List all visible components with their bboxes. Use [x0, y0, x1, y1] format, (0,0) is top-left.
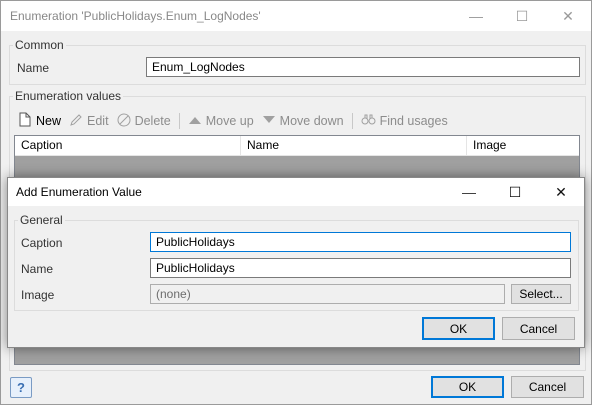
arrow-down-icon: [262, 114, 276, 128]
dialog-maximize-button[interactable]: ☐: [492, 178, 538, 206]
help-icon: ?: [17, 380, 25, 395]
dialog-name-input[interactable]: PublicHolidays: [150, 258, 571, 278]
add-enumeration-value-dialog: Add Enumeration Value — ☐ ✕ General Capt…: [7, 177, 585, 348]
window-titlebar: Enumeration 'PublicHolidays.Enum_LogNode…: [1, 1, 591, 31]
maximize-icon: ☐: [515, 7, 529, 24]
close-button[interactable]: ✕: [545, 1, 591, 31]
cancel-button[interactable]: Cancel: [511, 376, 584, 398]
dialog-name-label: Name: [21, 262, 54, 276]
move-up-label: Move up: [205, 114, 254, 128]
find-usages-button[interactable]: Find usages: [361, 113, 448, 129]
values-toolbar: New Edit Delete Move up Move down Find u…: [18, 112, 448, 130]
new-document-icon: [18, 112, 32, 130]
name-label: Name: [17, 61, 50, 75]
toolbar-separator: [351, 113, 353, 129]
delete-button[interactable]: Delete: [117, 113, 171, 130]
delete-label: Delete: [134, 114, 171, 128]
dialog-titlebar: Add Enumeration Value — ☐ ✕: [8, 178, 584, 206]
move-down-button[interactable]: Move down: [262, 114, 344, 128]
window-title: Enumeration 'PublicHolidays.Enum_LogNode…: [10, 9, 261, 23]
delete-icon: [117, 113, 131, 130]
image-label: Image: [21, 288, 55, 302]
new-button[interactable]: New: [18, 112, 61, 130]
close-icon: ✕: [562, 7, 574, 24]
minimize-button[interactable]: —: [453, 1, 499, 31]
column-header-caption[interactable]: Caption: [15, 136, 241, 155]
image-field: (none): [150, 284, 505, 304]
move-up-button[interactable]: Move up: [188, 114, 254, 128]
binoculars-icon: [361, 113, 376, 129]
move-down-label: Move down: [279, 114, 344, 128]
name-input[interactable]: Enum_LogNodes: [146, 57, 580, 77]
caption-label: Caption: [21, 236, 63, 250]
enumeration-values-legend: Enumeration values: [15, 89, 122, 103]
pencil-icon: [69, 113, 83, 130]
arrow-up-icon: [188, 114, 202, 128]
new-label: New: [36, 114, 62, 128]
column-header-image[interactable]: Image: [467, 136, 577, 155]
close-icon: ✕: [555, 183, 567, 200]
caption-input[interactable]: PublicHolidays: [150, 232, 571, 252]
dialog-close-button[interactable]: ✕: [538, 178, 584, 206]
select-image-button[interactable]: Select...: [511, 284, 571, 304]
minimize-icon: —: [462, 184, 476, 200]
minimize-icon: —: [469, 8, 483, 24]
find-usages-label: Find usages: [379, 114, 448, 128]
common-legend: Common: [15, 38, 64, 52]
ok-button[interactable]: OK: [431, 376, 504, 398]
help-button[interactable]: ?: [10, 377, 32, 398]
edit-label: Edit: [87, 114, 109, 128]
maximize-icon: ☐: [508, 183, 522, 200]
dialog-minimize-button[interactable]: —: [446, 178, 492, 206]
toolbar-separator: [178, 113, 180, 129]
dialog-title: Add Enumeration Value: [16, 185, 142, 199]
dialog-cancel-button[interactable]: Cancel: [502, 317, 575, 340]
edit-button[interactable]: Edit: [69, 113, 109, 130]
general-legend: General: [20, 213, 63, 227]
dialog-ok-button[interactable]: OK: [422, 317, 495, 340]
grid-header: Caption Name Image: [15, 136, 579, 156]
maximize-button[interactable]: ☐: [499, 1, 545, 31]
column-header-name[interactable]: Name: [241, 136, 467, 155]
